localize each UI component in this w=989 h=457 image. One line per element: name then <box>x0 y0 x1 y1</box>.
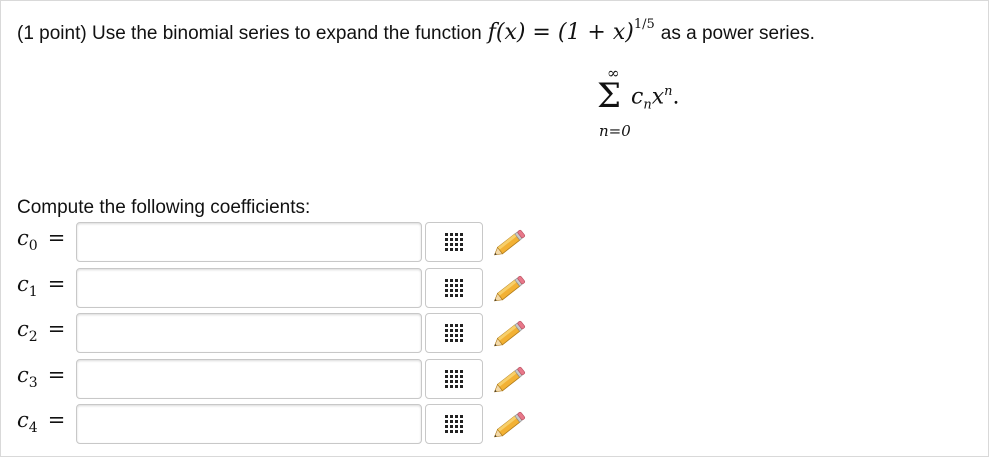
power-series-sum: ∞ Σ cnxn. n=0 <box>595 64 715 144</box>
sigma-symbol: Σ <box>597 76 622 116</box>
coefficient-row: c3 = <box>1 357 561 403</box>
coefficient-label: c2 = <box>17 317 66 346</box>
coefficient-row: c0 = <box>1 220 561 266</box>
formula-exponent: 1/5 <box>633 17 655 32</box>
matrix-entry-button[interactable] <box>425 267 483 308</box>
coefficient-label: c1 = <box>17 271 66 300</box>
coefficient-answer-input[interactable] <box>76 267 422 308</box>
matrix-entry-button[interactable] <box>425 404 483 444</box>
problem-text-before: Use the binomial series to expand the fu… <box>91 23 482 44</box>
coefficient-row: c2 = <box>1 311 561 357</box>
grid-icon <box>445 324 463 342</box>
grid-icon <box>445 233 463 251</box>
coefficient-row: c4 = <box>1 402 561 448</box>
matrix-entry-button[interactable] <box>425 222 483 262</box>
coefficient-label: c3 = <box>17 362 66 391</box>
grid-icon <box>445 415 463 433</box>
grid-icon <box>445 278 463 297</box>
matrix-entry-button[interactable] <box>425 358 483 399</box>
coefficient-label: c4 = <box>17 408 66 437</box>
problem-panel: (1 point) Use the binomial series to exp… <box>0 0 989 457</box>
coefficient-label: c0 = <box>17 226 66 255</box>
coefficient-answer-input[interactable] <box>76 313 422 353</box>
pencil-icon[interactable] <box>493 408 529 440</box>
matrix-entry-button[interactable] <box>425 313 483 353</box>
coefficient-answer-input[interactable] <box>76 404 422 444</box>
problem-text-after: as a power series. <box>660 23 815 44</box>
points-label: (1 point) <box>17 23 87 44</box>
coefficient-row: c1 = <box>1 266 561 312</box>
coefficient-answer-input[interactable] <box>76 222 422 262</box>
pencil-icon[interactable] <box>493 363 529 395</box>
grid-icon <box>445 369 463 388</box>
sum-term: cnxn. <box>631 84 680 113</box>
pencil-icon[interactable] <box>493 272 529 304</box>
problem-statement: (1 point) Use the binomial series to exp… <box>17 17 815 51</box>
coefficient-answer-input[interactable] <box>76 358 422 399</box>
sum-lower-limit: n=0 <box>599 122 631 140</box>
function-formula: f(x) = (1 + x)1/5 <box>487 17 655 45</box>
pencil-icon[interactable] <box>493 226 529 258</box>
pencil-icon[interactable] <box>493 317 529 349</box>
compute-instruction: Compute the following coefficients: <box>17 197 311 218</box>
